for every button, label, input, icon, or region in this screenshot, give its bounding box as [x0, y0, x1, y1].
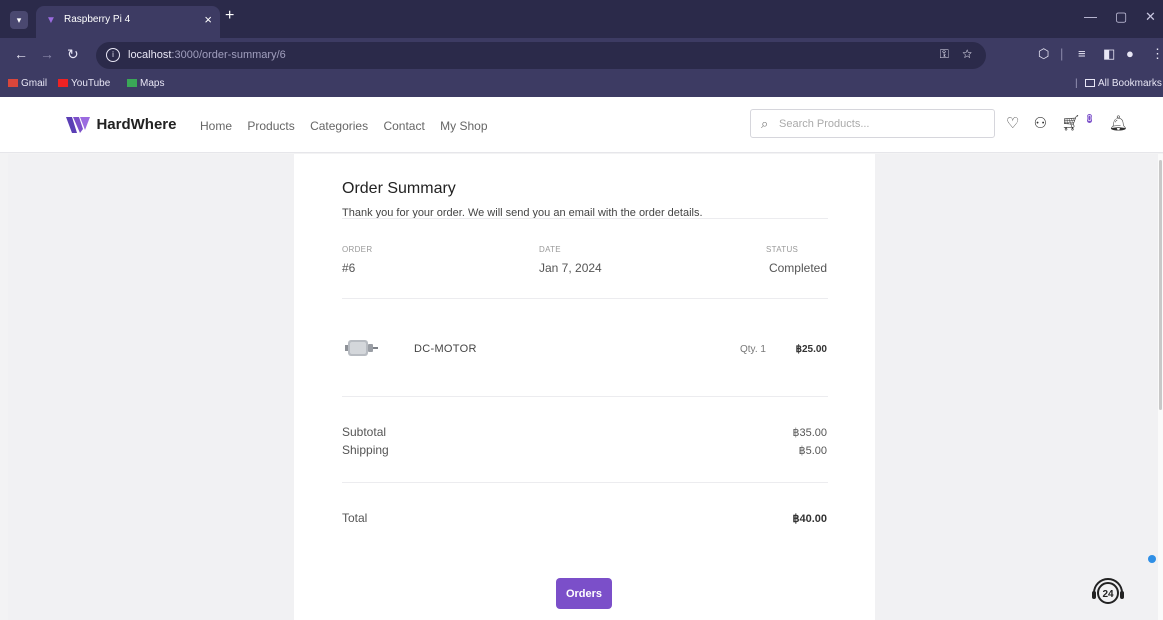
url-text[interactable]: localhost:3000/order-summary/6: [128, 49, 286, 61]
product-price: ฿25.00: [795, 344, 827, 355]
nav-my-shop[interactable]: My Shop: [440, 119, 487, 133]
restore-icon[interactable]: ▢: [1115, 9, 1127, 25]
new-tab-icon[interactable]: +: [225, 7, 234, 25]
total-value: ฿40.00: [792, 513, 827, 525]
order-date: Jan 7, 2024: [539, 261, 602, 275]
reload-icon[interactable]: ↻: [67, 46, 79, 63]
shipping-label: Shipping: [342, 443, 389, 457]
media-icon[interactable]: ≡: [1078, 46, 1086, 61]
online-indicator: [1148, 555, 1156, 563]
all-bookmarks[interactable]: All Bookmarks: [1085, 78, 1162, 89]
browser-menu-icon[interactable]: ⋮: [1151, 46, 1163, 62]
site-header: HardWhere Home Products Categories Conta…: [0, 97, 1163, 153]
product-name: DC-MOTOR: [414, 343, 477, 355]
site-favicon-icon: ▼: [46, 15, 56, 26]
address-bar-icons: ⚿ ☆: [940, 47, 972, 62]
user-icon[interactable]: ⚇: [1034, 115, 1047, 132]
divider: [342, 482, 828, 483]
bookmarks-bar: Gmail YouTube Maps | All Bookmarks: [0, 73, 1163, 97]
bookmarks-divider: |: [1075, 78, 1078, 89]
order-summary-card: Order Summary Thank you for your order. …: [294, 154, 875, 620]
order-number: #6: [342, 261, 356, 275]
brand-name: HardWhere: [96, 116, 177, 134]
nav-categories[interactable]: Categories: [310, 119, 368, 133]
total-label: Total: [342, 511, 368, 525]
minimize-icon[interactable]: —: [1084, 9, 1097, 24]
bookmark-gmail[interactable]: Gmail: [8, 78, 47, 89]
header-actions: ♡ ⚇ 🛒︎ 0 🔔︎: [1006, 114, 1138, 132]
svg-text:24: 24: [1102, 589, 1114, 600]
cart-count-badge: 0: [1087, 114, 1092, 123]
divider: [342, 218, 828, 219]
shipping-value: ฿5.00: [798, 445, 827, 457]
bookmark-star-icon[interactable]: ☆: [962, 47, 972, 61]
bookmark-maps[interactable]: Maps: [127, 78, 164, 89]
youtube-icon: [58, 79, 68, 88]
toolbar-divider: |: [1060, 46, 1064, 61]
search-input[interactable]: [779, 115, 979, 133]
product-quantity: Qty. 1: [740, 344, 766, 355]
browser-tab[interactable]: ▼ Raspberry Pi 4 ×: [36, 6, 220, 38]
address-bar[interactable]: i localhost:3000/order-summary/6 ⚿ ☆: [96, 42, 986, 69]
order-label: ORDER: [342, 245, 373, 254]
divider: [342, 396, 828, 397]
extension-icon[interactable]: ⬡: [1038, 46, 1049, 62]
site-info-icon[interactable]: i: [106, 48, 120, 62]
forward-icon[interactable]: →: [40, 46, 54, 62]
page-title: Order Summary: [342, 180, 456, 197]
wishlist-heart-icon[interactable]: ♡: [1006, 115, 1019, 132]
tab-search-icon[interactable]: ▾: [10, 11, 28, 29]
side-panel-icon[interactable]: ◧: [1103, 46, 1115, 62]
orders-button[interactable]: Orders: [556, 578, 612, 609]
nav-home[interactable]: Home: [200, 119, 232, 133]
tab-title: Raspberry Pi 4: [64, 14, 131, 25]
notification-bell-icon[interactable]: 🔔︎: [1109, 115, 1128, 132]
back-icon[interactable]: ←: [14, 46, 28, 62]
nav-products[interactable]: Products: [247, 119, 294, 133]
gmail-icon: [8, 79, 18, 88]
support-24-icon[interactable]: 24: [1089, 574, 1127, 612]
date-label: DATE: [539, 245, 561, 254]
brand-logo[interactable]: HardWhere: [66, 116, 176, 134]
subtotal-value: ฿35.00: [792, 427, 827, 439]
brand-logo-icon: [66, 116, 90, 133]
search-icon[interactable]: ⌕: [761, 116, 768, 132]
nav-contact[interactable]: Contact: [383, 119, 424, 133]
order-status: Completed: [768, 261, 827, 275]
subtotal-label: Subtotal: [342, 425, 387, 439]
browser-tab-strip: ▾ ▼ Raspberry Pi 4 × + — ▢ ✕: [0, 0, 1163, 38]
product-image: [345, 340, 378, 356]
status-label: STATUS: [766, 245, 799, 254]
cart-icon[interactable]: 🛒︎ 0: [1061, 114, 1095, 132]
folder-icon: [1085, 79, 1095, 88]
search-box: ⌕: [750, 109, 995, 138]
scrollbar-thumb[interactable]: [1159, 160, 1162, 410]
bookmark-youtube[interactable]: YouTube: [58, 78, 110, 89]
maps-icon: [127, 79, 137, 88]
browser-toolbar: ← → ↻ i localhost:3000/order-summary/6 ⚿…: [0, 38, 1163, 73]
divider: [342, 298, 828, 299]
profile-avatar[interactable]: ●: [1126, 46, 1134, 61]
close-window-icon[interactable]: ✕: [1145, 9, 1156, 25]
close-tab-icon[interactable]: ×: [204, 12, 212, 27]
site-nav: Home Products Categories Contact My Shop: [200, 119, 500, 133]
password-key-icon[interactable]: ⚿: [940, 47, 949, 61]
